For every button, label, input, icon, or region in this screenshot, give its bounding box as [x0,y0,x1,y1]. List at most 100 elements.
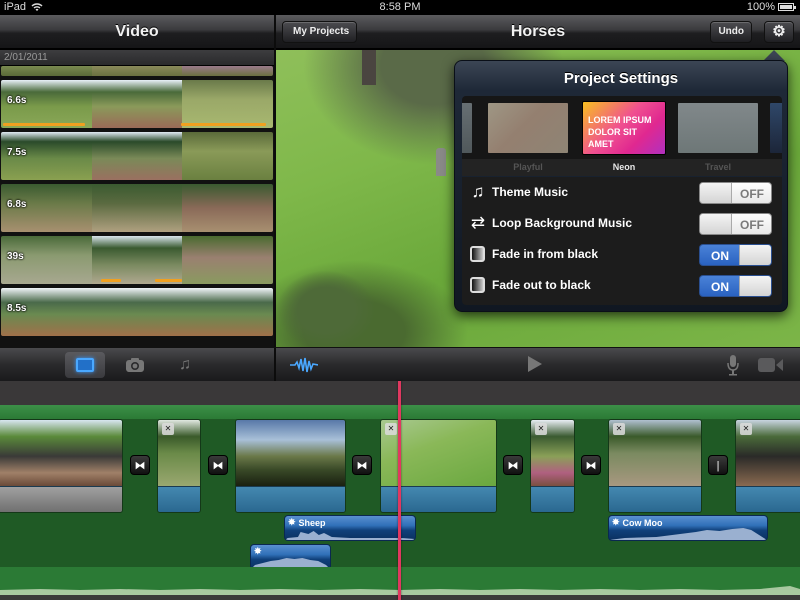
used-marker [101,279,121,282]
theme-thumb-offscreen[interactable] [462,103,472,153]
waveform-icon[interactable] [290,356,318,374]
preview-bush [276,270,376,347]
clip-duration: 6.8s [7,199,27,210]
transition-button[interactable]: ⧓ [503,455,523,475]
timeline-clip[interactable] [235,419,346,513]
clip-frame [182,80,273,128]
clip-frame [1,66,92,76]
used-marker [155,279,182,282]
microphone-icon[interactable] [726,354,740,376]
clip-frame [182,132,273,180]
setting-fade-out: Fade out to black ON [462,270,782,301]
clip-item[interactable] [1,66,273,76]
clip-frame [182,288,273,336]
muted-icon: ✕ [613,423,625,435]
preview-tree [362,50,376,85]
clip-frame [91,288,183,336]
theme-labels: Playful Neon Travel [462,159,782,176]
clip-frame [91,132,183,180]
muted-icon: ✕ [535,423,547,435]
clock: 8:58 PM [379,1,421,13]
clip-duration: 8.5s [7,303,27,314]
theme-thumb-neon[interactable]: LOREM IPSUM DOLOR SIT AMET [583,102,665,154]
timeline-clip[interactable] [0,419,123,513]
play-button[interactable] [528,356,542,372]
theme-label-playful[interactable]: Playful [488,162,568,172]
clip-frame [91,236,183,284]
transition-button[interactable]: ⧓ [352,455,372,475]
sound-effect-clip[interactable]: ✸ Sheep [284,515,416,541]
muted-icon: ✕ [740,423,752,435]
transition-button[interactable]: ⧓ [130,455,150,475]
playhead[interactable] [398,381,401,600]
music-note-icon: ♫ [179,356,191,373]
clip-duration: 6.6s [7,95,27,106]
video-browser-header: Video [0,15,274,49]
clip-item[interactable]: 6.6s [1,80,273,128]
timeline-clip[interactable]: ✕ [530,419,575,513]
used-marker [181,123,266,126]
clip-audio-track [236,486,345,512]
status-bar: iPad 8:58 PM 100% [0,0,800,15]
timeline-clip[interactable]: ✕ [608,419,702,513]
clip-duration: 39s [7,251,24,262]
undo-button[interactable]: Undo [710,21,752,43]
audio-tab-button[interactable]: ♫ [165,352,205,378]
gear-icon: ⚙ [772,23,786,40]
popover-title: Project Settings [563,70,679,87]
video-browser[interactable]: 2/01/2011 6.6s 7.5s 6.8s 39s 8.5s [0,50,274,347]
loop-music-toggle[interactable]: OFF [699,213,772,235]
video-tab-button[interactable] [65,352,105,378]
theme-thumb-playful[interactable] [488,103,568,153]
clip-frame [91,184,183,232]
clip-audio-track [0,486,122,512]
video-browser-title: Video [115,23,159,40]
fade-out-icon [470,277,485,293]
music-note-icon: ♫ [471,182,485,201]
clip-item[interactable]: 6.8s [1,184,273,232]
video-icon [76,357,94,372]
settings-list: ♫ Theme Music OFF ⇄ Loop Background Musi… [462,177,782,305]
battery-icon [778,3,796,11]
setting-theme-music: ♫ Theme Music OFF [462,177,782,208]
loop-icon: ⇄ [470,213,486,232]
date-header: 2/01/2011 [0,50,274,66]
theme-thumb-travel[interactable] [678,103,758,153]
muted-icon: ✕ [385,423,397,435]
transition-button[interactable]: ⧓ [208,455,228,475]
video-camera-icon[interactable] [758,357,784,373]
theme-label-neon[interactable]: Neon [584,162,664,172]
theme-thumb-offscreen[interactable] [770,103,782,153]
clip-frame [91,66,183,76]
clip-item[interactable]: 7.5s [1,132,273,180]
used-marker [3,123,85,126]
fade-in-toggle[interactable]: ON [699,244,772,266]
clip-frame [91,80,183,128]
cut-transition-button[interactable]: | [708,455,728,475]
timeline-clip[interactable]: ✕ [157,419,201,513]
clip-audio-track [531,486,574,512]
sound-effect-clip[interactable]: ✸ Cow Moo [608,515,768,541]
photos-tab-button[interactable] [115,352,155,378]
fade-in-icon [470,246,485,262]
setting-loop-music: ⇄ Loop Background Music OFF [462,208,782,239]
project-settings-button[interactable]: ⚙ [764,21,794,43]
clip-frame [182,184,273,232]
media-toolbar: ♫ [0,347,800,382]
camera-icon [126,357,144,372]
clip-audio-track [609,486,701,512]
theme-music-toggle[interactable]: OFF [699,182,772,204]
clip-frame [182,236,273,284]
clip-item[interactable]: 39s [1,236,273,284]
project-header: My Projects Horses Undo ⚙ [276,15,800,49]
preview-post [436,148,446,176]
neon-preview-text: LOREM IPSUM DOLOR SIT AMET [588,115,652,149]
theme-label-travel[interactable]: Travel [678,162,758,172]
battery-percent: 100% [746,1,775,13]
timeline-clip[interactable]: ✕ [735,419,800,513]
fade-out-toggle[interactable]: ON [699,275,772,297]
muted-icon: ✕ [162,423,174,435]
sfx-waveform [285,531,415,540]
transition-button[interactable]: ⧓ [581,455,601,475]
clip-item[interactable]: 8.5s [1,288,273,336]
